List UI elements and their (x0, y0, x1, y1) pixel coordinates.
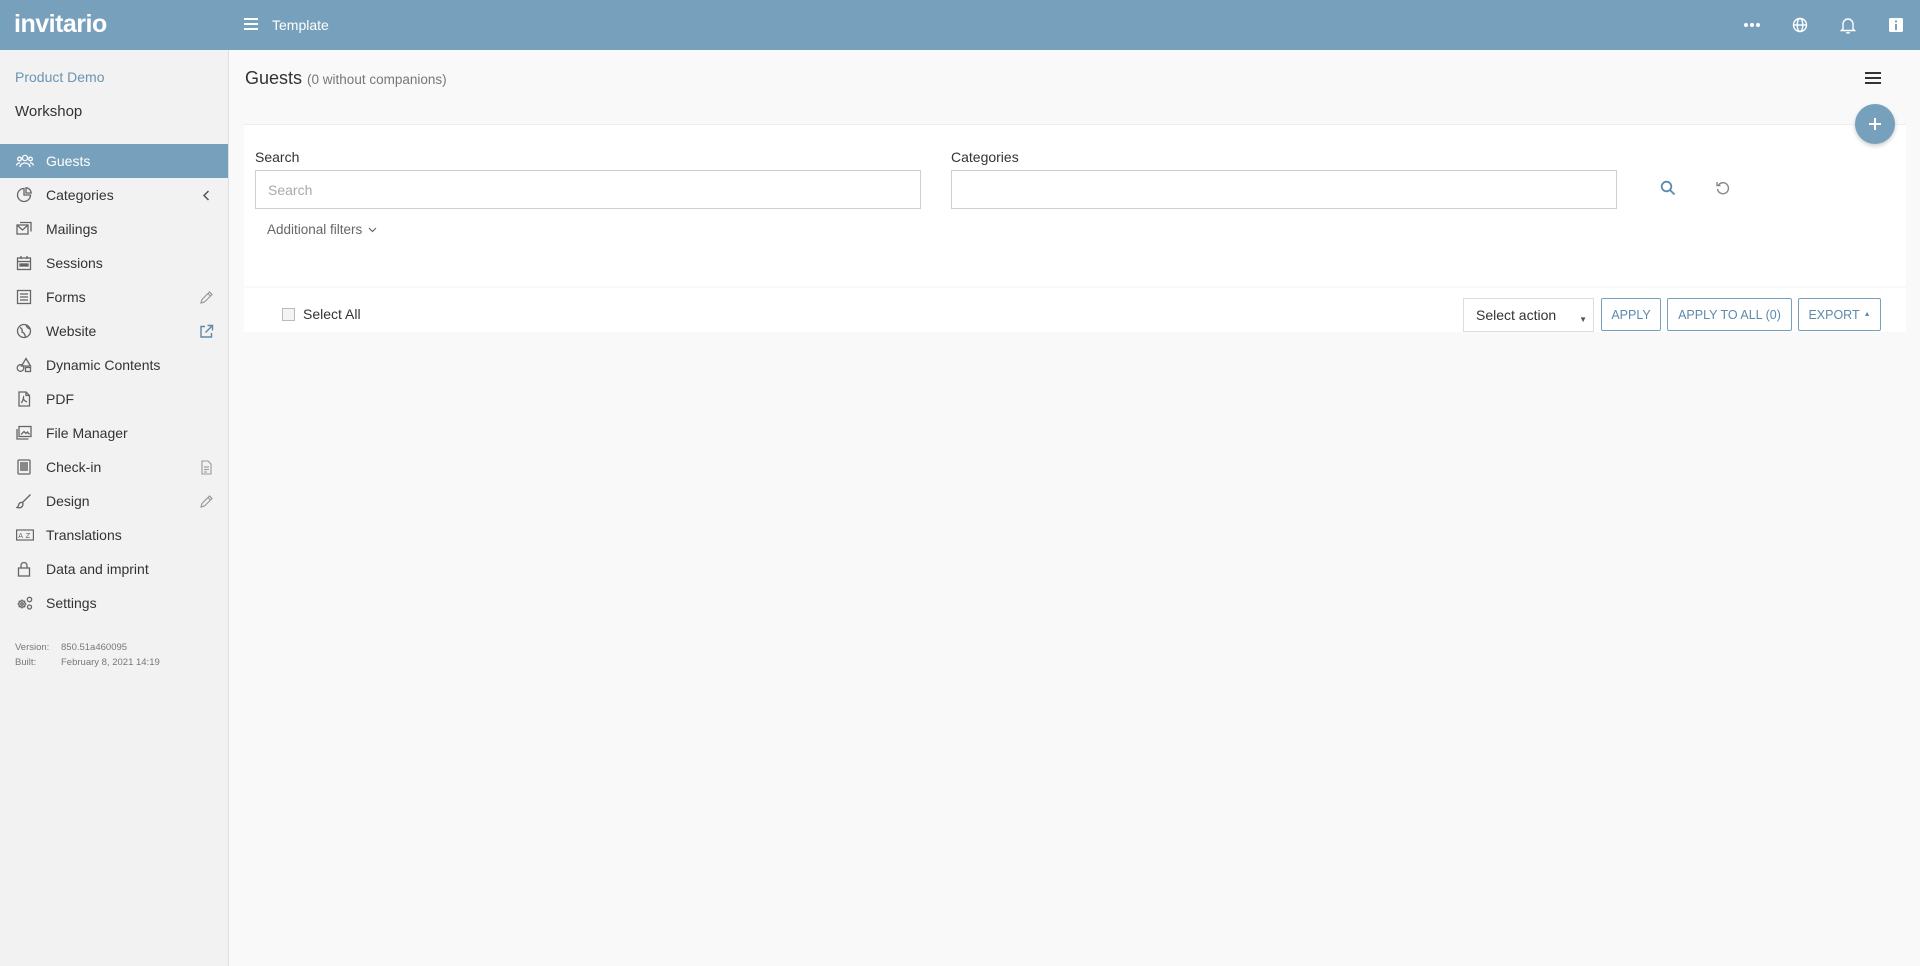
sidebar-item-label: Design (46, 493, 90, 509)
version-value: 850.51a460095 (61, 642, 128, 653)
page-title-text: Guests (245, 68, 303, 88)
images-icon (16, 425, 32, 441)
pencil-icon[interactable] (199, 494, 214, 509)
sidebar-item-file-manager[interactable]: File Manager (0, 416, 228, 450)
sidebar-item-guests[interactable]: Guests (0, 144, 228, 178)
app-logo[interactable]: invitario (14, 11, 107, 37)
select-all-checkbox[interactable] (282, 308, 295, 321)
sidebar: Product Demo Workshop Guests Categories … (0, 50, 229, 966)
sidebar-item-label: Check-in (46, 459, 102, 475)
search-label: Search (255, 149, 300, 165)
categories-label: Categories (951, 149, 1019, 165)
add-guest-button[interactable] (1855, 104, 1895, 144)
sidebar-item-website[interactable]: Website (0, 314, 228, 348)
sidebar-item-label: Sessions (46, 255, 103, 271)
tablet-icon (16, 459, 32, 475)
built-value: February 8, 2021 14:19 (61, 657, 160, 668)
svg-text:A: A (18, 532, 23, 540)
select-action-value: Select action (1476, 307, 1557, 323)
template-title[interactable]: Template (272, 17, 329, 33)
gears-icon (16, 595, 33, 611)
pdf-icon (16, 391, 32, 407)
version-label: Version: (15, 642, 50, 653)
sidebar-item-translations[interactable]: AZ Translations (0, 518, 228, 552)
sidebar-item-settings[interactable]: Settings (0, 586, 228, 620)
sidebar-item-dynamic-contents[interactable]: Dynamic Contents (0, 348, 228, 382)
pencil-icon[interactable] (199, 290, 214, 305)
mailings-icon (16, 221, 32, 237)
more-dots-icon[interactable] (1740, 13, 1764, 37)
select-all-label[interactable]: Select All (303, 306, 361, 322)
sidebar-item-label: Guests (46, 153, 91, 169)
categories-input[interactable] (951, 170, 1617, 209)
list-menu-icon[interactable] (1863, 70, 1883, 86)
top-bar: invitario Template (0, 0, 1920, 50)
apply-to-all-label: APPLY TO ALL (0) (1678, 307, 1781, 322)
sidebar-item-label: PDF (46, 391, 74, 407)
globe-icon[interactable] (1788, 13, 1812, 37)
sidebar-item-pdf[interactable]: PDF (0, 382, 228, 416)
sidebar-item-label: Translations (46, 527, 122, 543)
sidebar-item-forms[interactable]: Forms (0, 280, 228, 314)
chevron-left-icon[interactable] (199, 188, 214, 203)
project-link[interactable]: Product Demo (15, 69, 104, 85)
built-label: Built: (15, 657, 37, 668)
export-button[interactable]: EXPORT ▲ (1798, 298, 1881, 331)
chevron-down-icon (368, 227, 377, 232)
categories-icon (16, 187, 32, 203)
calendar-icon (16, 255, 32, 271)
sidebar-item-label: Settings (46, 595, 97, 611)
sidebar-item-mailings[interactable]: Mailings (0, 212, 228, 246)
export-button-label: EXPORT (1808, 307, 1860, 322)
apply-button[interactable]: APPLY (1601, 298, 1661, 331)
sidebar-item-design[interactable]: Design (0, 484, 228, 518)
document-icon[interactable] (199, 460, 214, 475)
sidebar-item-label: Data and imprint (46, 561, 149, 577)
external-link-icon[interactable] (199, 324, 214, 339)
sidebar-item-label: Categories (46, 187, 114, 203)
additional-filters-toggle[interactable]: Additional filters (267, 222, 377, 237)
translate-icon: AZ (16, 527, 34, 543)
info-icon[interactable] (1884, 13, 1908, 37)
plus-icon (1869, 118, 1881, 130)
event-name[interactable]: Workshop (15, 103, 82, 120)
sidebar-item-label: Mailings (46, 221, 98, 237)
version-info: Version: 850.51a460095 Built: February 8, … (15, 640, 160, 670)
select-action-dropdown[interactable]: Select action ▼ (1463, 298, 1594, 332)
page-title: Guests (0 without companions) (245, 68, 447, 89)
page-subtitle: (0 without companions) (307, 72, 447, 87)
globe-icon (16, 323, 32, 339)
guests-icon (15, 153, 35, 169)
forms-icon (16, 289, 32, 305)
shapes-icon (16, 357, 32, 373)
lock-icon (16, 561, 32, 577)
svg-text:Z: Z (26, 532, 31, 540)
caret-up-icon: ▲ (1863, 311, 1871, 318)
sidebar-item-label: File Manager (46, 425, 128, 441)
sidebar-item-label: Website (46, 323, 97, 339)
sidebar-item-data-and-imprint[interactable]: Data and imprint (0, 552, 228, 586)
search-input[interactable] (255, 170, 921, 209)
apply-to-all-button[interactable]: APPLY TO ALL (0) (1667, 298, 1792, 331)
sidebar-item-label: Dynamic Contents (46, 357, 161, 373)
sidebar-item-label: Forms (46, 289, 86, 305)
sidebar-item-categories[interactable]: Categories (0, 178, 228, 212)
brush-icon (15, 493, 32, 509)
caret-down-icon: ▼ (1579, 315, 1587, 324)
sidebar-nav: Guests Categories Mailings Sessions Form… (0, 144, 228, 620)
sidebar-item-check-in[interactable]: Check-in (0, 450, 228, 484)
sidebar-item-sessions[interactable]: Sessions (0, 246, 228, 280)
apply-button-label: APPLY (1611, 307, 1651, 322)
reset-icon[interactable] (1712, 177, 1734, 199)
menu-toggle-icon[interactable] (243, 16, 259, 32)
additional-filters-label: Additional filters (267, 222, 363, 237)
search-icon[interactable] (1657, 177, 1679, 199)
bell-icon[interactable] (1836, 13, 1860, 37)
